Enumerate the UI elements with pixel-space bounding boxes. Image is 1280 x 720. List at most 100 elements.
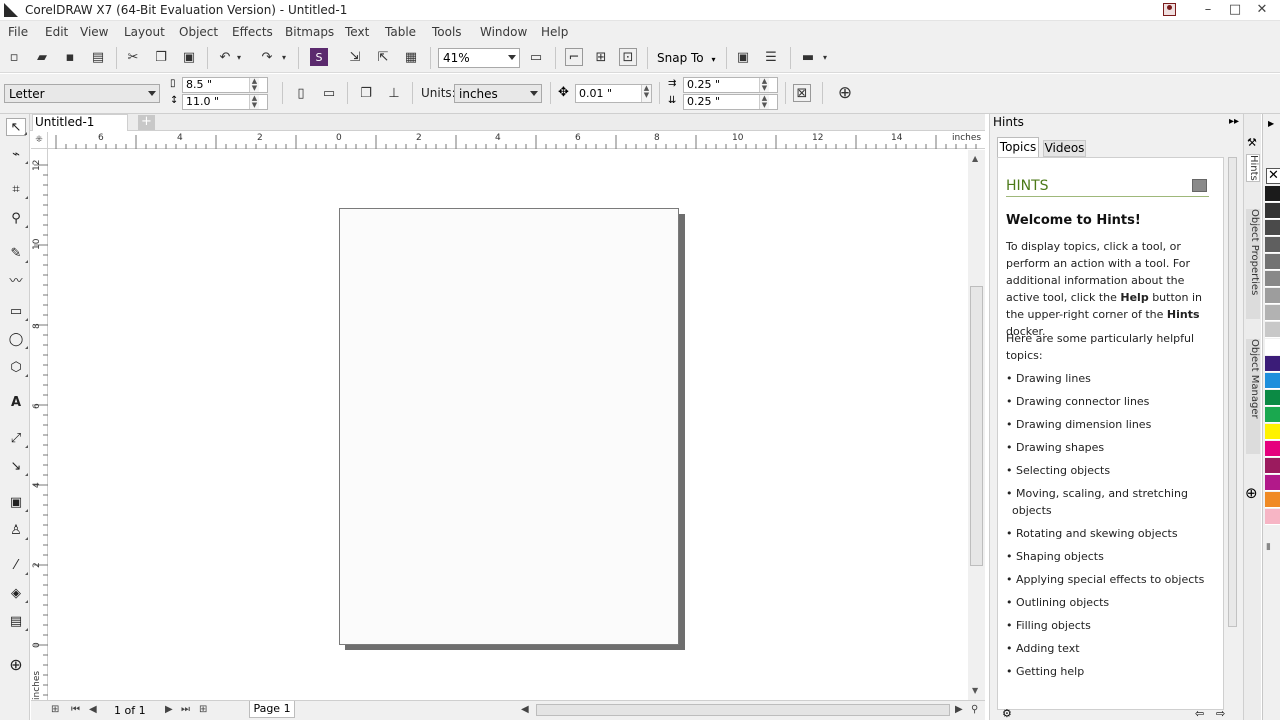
add-tool-icon[interactable]: ⊕ — [6, 656, 26, 674]
text-tool-icon[interactable]: A — [6, 394, 26, 412]
units-select[interactable]: inches — [454, 84, 542, 103]
menu-table[interactable]: Table — [385, 25, 416, 39]
color-swatch[interactable] — [1265, 475, 1280, 491]
horizontal-scrollbar-thumb[interactable] — [536, 704, 950, 716]
show-guidelines-icon[interactable]: ⊡ — [619, 48, 637, 66]
menu-layout[interactable]: Layout — [124, 25, 165, 39]
color-swatch[interactable] — [1265, 356, 1280, 372]
tab-videos[interactable]: Videos — [1043, 140, 1086, 157]
duplicate-y-field[interactable]: 0.25 " ▲ ▼ — [683, 94, 778, 110]
previous-page-icon[interactable]: ◀ — [89, 704, 97, 715]
application-launcher-icon[interactable]: ▬ — [799, 48, 817, 66]
docker-tab-object-manager[interactable]: Object Manager — [1246, 339, 1260, 454]
artistic-media-tool-icon[interactable]: 〰 — [6, 273, 26, 291]
hints-topic-link[interactable]: • Adding text — [1006, 640, 1212, 657]
palette-scroll-down-icon[interactable]: ▮ — [1266, 542, 1271, 552]
no-color-swatch[interactable]: ✕ — [1266, 168, 1280, 184]
current-page-icon[interactable]: ⊥ — [385, 84, 403, 102]
copy-icon[interactable]: ❐ — [152, 48, 170, 66]
first-page-icon[interactable]: ⏮ — [71, 704, 80, 715]
close-button[interactable]: ✕ — [1250, 2, 1274, 18]
spinner-icon[interactable]: ▲ ▼ — [249, 78, 259, 92]
show-grid-icon[interactable]: ⊞ — [592, 48, 610, 66]
maximize-button[interactable]: □ — [1223, 2, 1247, 18]
new-document-tab-button[interactable]: + — [138, 115, 155, 130]
color-swatch[interactable] — [1265, 220, 1280, 236]
hints-topic-link[interactable]: • Shaping objects — [1006, 548, 1212, 565]
last-page-icon[interactable]: ⏭ — [181, 704, 190, 715]
interactive-fill-tool-icon[interactable]: ◈ — [6, 585, 28, 603]
pick-tool-icon[interactable]: ↖ — [6, 118, 27, 136]
polygon-tool-icon[interactable]: ⬡ — [6, 359, 28, 377]
spinner-icon[interactable]: ▲ ▼ — [759, 78, 769, 92]
scroll-up-icon[interactable]: ▲ — [972, 154, 978, 163]
color-swatch[interactable] — [1265, 424, 1280, 440]
ellipse-tool-icon[interactable]: ◯ — [6, 331, 28, 349]
menu-object[interactable]: Object — [179, 25, 218, 39]
color-swatch[interactable] — [1265, 322, 1280, 338]
quick-customize-icon[interactable]: ⊕ — [836, 83, 854, 103]
color-swatch[interactable] — [1265, 407, 1280, 423]
color-swatch[interactable] — [1265, 254, 1280, 270]
docker-settings-icon[interactable]: ⚙ — [1002, 707, 1012, 720]
color-swatch[interactable] — [1265, 458, 1280, 474]
menu-edit[interactable]: Edit — [45, 25, 68, 39]
color-swatch[interactable] — [1265, 186, 1280, 202]
tab-topics[interactable]: Topics — [997, 137, 1039, 157]
full-screen-preview-icon[interactable]: ▭ — [527, 48, 545, 66]
page-width-field[interactable]: 8.5 " ▲ ▼ — [182, 77, 268, 93]
hints-topic-link[interactable]: • Drawing shapes — [1006, 439, 1212, 456]
open-icon[interactable]: ▰ — [33, 48, 51, 66]
shape-tool-icon[interactable]: ⌁ — [6, 146, 28, 164]
menu-tools[interactable]: Tools — [432, 25, 462, 39]
menu-text[interactable]: Text — [345, 25, 369, 39]
publish-pdf-icon[interactable]: ▦ — [402, 48, 420, 66]
horizontal-ruler[interactable]: 6 4 2 0 2 4 6 8 10 12 14 inches — [48, 132, 985, 149]
transparency-tool-icon[interactable]: ♙ — [6, 522, 28, 540]
menu-help[interactable]: Help — [541, 25, 568, 39]
add-docker-icon[interactable]: ⊕ — [1245, 484, 1258, 502]
scroll-down-icon[interactable]: ▼ — [972, 686, 978, 695]
page-tab-1[interactable]: Page 1 — [249, 701, 295, 718]
welcome-screen-icon[interactable]: ▣ — [734, 48, 752, 66]
tab-untitled-1[interactable]: Untitled-1 — [32, 114, 128, 131]
nudge-distance-field[interactable]: 0.01 " ▲ ▼ — [575, 84, 652, 103]
eyedropper-tool-icon[interactable]: ⁄ — [6, 557, 28, 575]
hints-topic-link[interactable]: • Filling objects — [1006, 617, 1212, 634]
docker-tab-hints[interactable]: Hints — [1246, 154, 1260, 182]
color-swatch[interactable] — [1265, 237, 1280, 253]
palette-scroll-up-icon[interactable]: ▶ — [1268, 119, 1274, 128]
hints-help-button[interactable] — [1192, 179, 1207, 192]
menu-bitmaps[interactable]: Bitmaps — [285, 25, 334, 39]
page-size-select[interactable]: Letter — [4, 84, 160, 103]
zoom-tool-icon[interactable]: ⚲ — [6, 210, 28, 228]
print-icon[interactable]: ▤ — [89, 48, 107, 66]
menu-file[interactable]: File — [8, 25, 28, 39]
ruler-origin-corner[interactable]: ⁜ — [31, 132, 48, 149]
options-icon[interactable]: ☰ — [762, 48, 780, 66]
drawing-page[interactable] — [339, 208, 679, 645]
menu-view[interactable]: View — [80, 25, 108, 39]
snap-to-menu[interactable]: Snap To ▾ — [657, 51, 715, 65]
hints-topic-link[interactable]: • Drawing connector lines — [1006, 393, 1212, 410]
undo-dropdown-icon[interactable]: ▾ — [234, 48, 244, 66]
new-document-icon[interactable]: ▫ — [5, 48, 23, 66]
paste-icon[interactable]: ▣ — [180, 48, 198, 66]
save-icon[interactable]: ▪ — [61, 48, 79, 66]
color-swatch[interactable] — [1265, 492, 1280, 508]
crop-tool-icon[interactable]: ⌗ — [6, 181, 28, 199]
spinner-icon[interactable]: ▲ ▼ — [759, 95, 769, 109]
next-page-icon[interactable]: ▶ — [165, 704, 173, 715]
back-arrow-icon[interactable]: ⇦ — [1195, 707, 1204, 720]
hints-topic-link[interactable]: • Selecting objects — [1006, 462, 1212, 479]
color-swatch[interactable] — [1265, 390, 1280, 406]
hints-topic-link[interactable]: • Getting help — [1006, 663, 1212, 680]
portrait-icon[interactable]: ▯ — [292, 84, 310, 102]
hints-topic-link[interactable]: • Drawing lines — [1006, 370, 1212, 387]
freehand-tool-icon[interactable]: ✎ — [6, 245, 28, 263]
undo-icon[interactable]: ↶ — [216, 48, 234, 66]
menu-window[interactable]: Window — [480, 25, 527, 39]
connector-tool-icon[interactable]: ↘ — [6, 458, 28, 476]
duplicate-x-field[interactable]: 0.25 " ▲ ▼ — [683, 77, 778, 93]
color-swatch[interactable] — [1265, 271, 1280, 287]
